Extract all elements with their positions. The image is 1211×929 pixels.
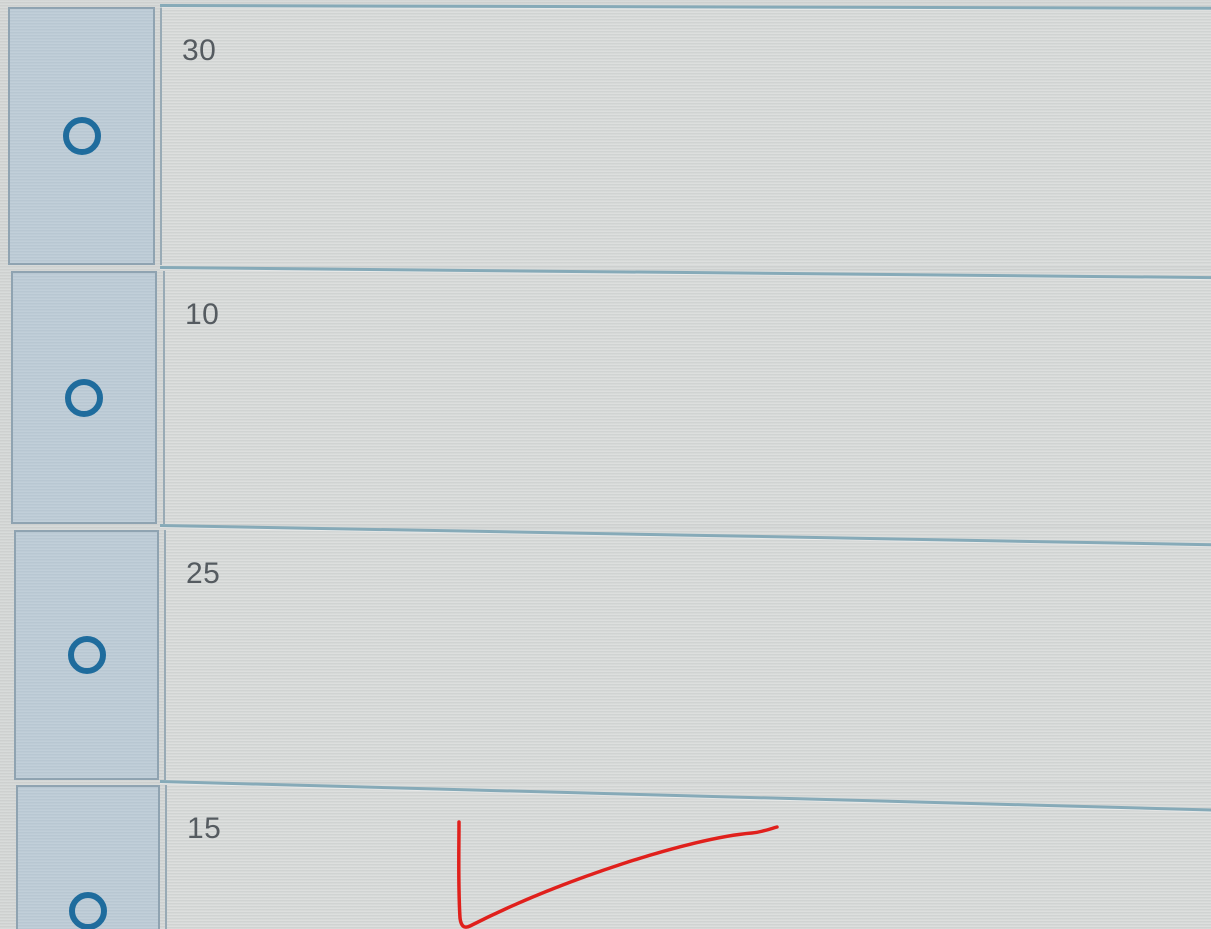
answer-option-row[interactable]: 30 bbox=[0, 7, 1211, 265]
answer-option-row[interactable]: 25 bbox=[0, 530, 1211, 780]
answer-label: 30 bbox=[182, 34, 217, 67]
answer-label: 10 bbox=[185, 298, 220, 331]
radio-unchecked-icon[interactable] bbox=[62, 117, 101, 155]
radio-cell[interactable] bbox=[16, 785, 160, 929]
answer-cell[interactable]: 30 bbox=[160, 7, 1211, 265]
answer-cell[interactable]: 10 bbox=[163, 271, 1211, 524]
radio-unchecked-icon[interactable] bbox=[67, 636, 106, 674]
radio-cell[interactable] bbox=[8, 7, 155, 265]
answer-options-panel: 30 10 25 15 bbox=[0, 0, 1211, 929]
radio-cell[interactable] bbox=[14, 530, 159, 780]
answer-label: 15 bbox=[187, 812, 222, 845]
answer-label: 25 bbox=[186, 557, 221, 590]
answer-option-row[interactable]: 10 bbox=[0, 271, 1211, 524]
radio-cell[interactable] bbox=[11, 271, 157, 524]
radio-unchecked-icon[interactable] bbox=[65, 378, 103, 417]
radio-unchecked-icon[interactable] bbox=[69, 892, 107, 929]
answer-option-row[interactable]: 15 bbox=[0, 785, 1211, 929]
answer-cell[interactable]: 25 bbox=[164, 530, 1211, 780]
